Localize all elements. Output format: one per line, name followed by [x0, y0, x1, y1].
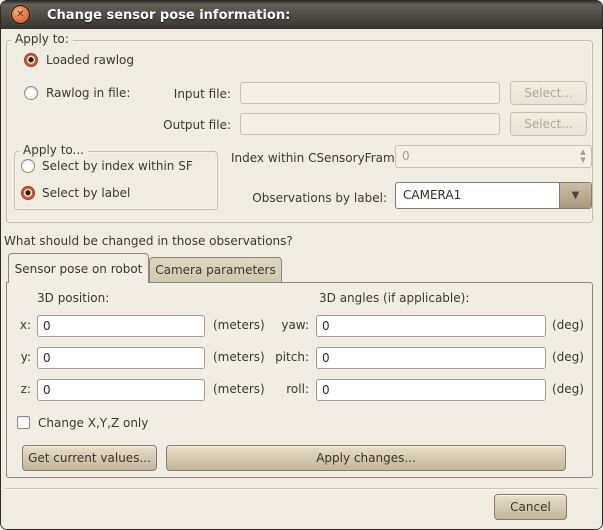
question-label: What should be changed in those observat… — [4, 234, 293, 249]
output-file-field[interactable] — [240, 113, 500, 135]
chevron-down-icon: ▼ — [572, 190, 580, 201]
yaw-label: yaw: — [263, 318, 309, 333]
yaw-field[interactable] — [316, 315, 546, 337]
select-output-file-label: Select... — [524, 117, 572, 131]
change-xyz-only-label[interactable]: Change X,Y,Z only — [38, 416, 148, 431]
footer-separator — [5, 488, 598, 490]
cancel-label: Cancel — [510, 500, 551, 514]
get-current-values-button[interactable]: Get current values... — [22, 445, 157, 471]
y-label: y: — [11, 350, 31, 365]
radio-select-by-index[interactable] — [21, 159, 35, 173]
radio-loaded-rawlog[interactable] — [24, 53, 38, 67]
get-current-values-label: Get current values... — [28, 451, 151, 465]
z-label: z: — [11, 382, 31, 397]
close-icon: ✕ — [16, 10, 24, 20]
pitch-label: pitch: — [263, 350, 309, 365]
dialog-body: Apply to: Loaded rawlog Rawlog in file: … — [1, 29, 602, 529]
radio-loaded-rawlog-label[interactable]: Loaded rawlog — [46, 53, 134, 68]
spin-down-icon[interactable]: ▼ — [580, 157, 585, 164]
roll-unit-label: (deg) — [552, 382, 584, 397]
window-title: Change sensor pose information: — [47, 8, 290, 23]
dialog-window: ✕ Change sensor pose information: Apply … — [0, 0, 603, 530]
angles-header: 3D angles (if applicable): — [319, 291, 469, 306]
index-spinner-value: 0 — [396, 146, 575, 167]
select-output-file-button[interactable]: Select... — [510, 112, 587, 136]
radio-select-by-label-label[interactable]: Select by label — [42, 186, 130, 201]
select-input-file-button[interactable]: Select... — [510, 81, 587, 105]
x-label: x: — [11, 318, 31, 333]
index-spinner-arrows[interactable]: ▲ ▼ — [575, 146, 591, 167]
pitch-unit-label: (deg) — [552, 350, 584, 365]
observations-combo[interactable]: CAMERA1 ▼ — [395, 182, 592, 209]
x-unit-label: (meters) — [213, 318, 265, 333]
tab-sensor-pose-label: Sensor pose on robot — [15, 262, 143, 276]
input-file-label: Input file: — [161, 87, 231, 102]
roll-field[interactable] — [316, 379, 546, 401]
select-input-file-label: Select... — [524, 86, 572, 100]
radio-rawlog-in-file[interactable] — [24, 86, 38, 100]
input-file-field[interactable] — [240, 82, 500, 104]
tab-sensor-pose[interactable]: Sensor pose on robot — [8, 253, 149, 283]
change-xyz-only-checkbox[interactable] — [17, 416, 30, 429]
radio-select-by-label[interactable] — [21, 186, 35, 200]
index-within-csensoryframe-label: Index within CSensoryFrame — [231, 151, 387, 166]
apply-to-legend: Apply to: — [11, 32, 73, 46]
radio-rawlog-in-file-label[interactable]: Rawlog in file: — [46, 86, 130, 101]
observations-combo-value: CAMERA1 — [396, 183, 559, 208]
apply-changes-button[interactable]: Apply changes... — [166, 445, 566, 471]
cancel-button[interactable]: Cancel — [494, 494, 567, 520]
x-field[interactable] — [37, 315, 205, 337]
spin-up-icon[interactable]: ▲ — [580, 149, 585, 156]
observations-combo-button[interactable]: ▼ — [559, 183, 591, 208]
radio-select-by-index-label[interactable]: Select by index within SF — [42, 159, 193, 174]
index-spinner[interactable]: 0 ▲ ▼ — [395, 145, 592, 168]
position-header: 3D position: — [37, 291, 109, 306]
close-button[interactable]: ✕ — [11, 5, 30, 24]
z-field[interactable] — [37, 379, 205, 401]
observations-by-label-label: Observations by label: — [231, 191, 387, 206]
output-file-label: Output file: — [153, 118, 231, 133]
tab-camera-parameters[interactable]: Camera parameters — [149, 257, 282, 282]
y-field[interactable] — [37, 347, 205, 369]
y-unit-label: (meters) — [213, 350, 265, 365]
pitch-field[interactable] — [316, 347, 546, 369]
yaw-unit-label: (deg) — [552, 318, 584, 333]
apply-to-sub-legend: Apply to... — [19, 143, 88, 157]
roll-label: roll: — [263, 382, 309, 397]
titlebar: ✕ Change sensor pose information: — [1, 1, 602, 29]
z-unit-label: (meters) — [213, 382, 265, 397]
apply-changes-label: Apply changes... — [316, 451, 416, 465]
tab-camera-parameters-label: Camera parameters — [155, 263, 276, 277]
